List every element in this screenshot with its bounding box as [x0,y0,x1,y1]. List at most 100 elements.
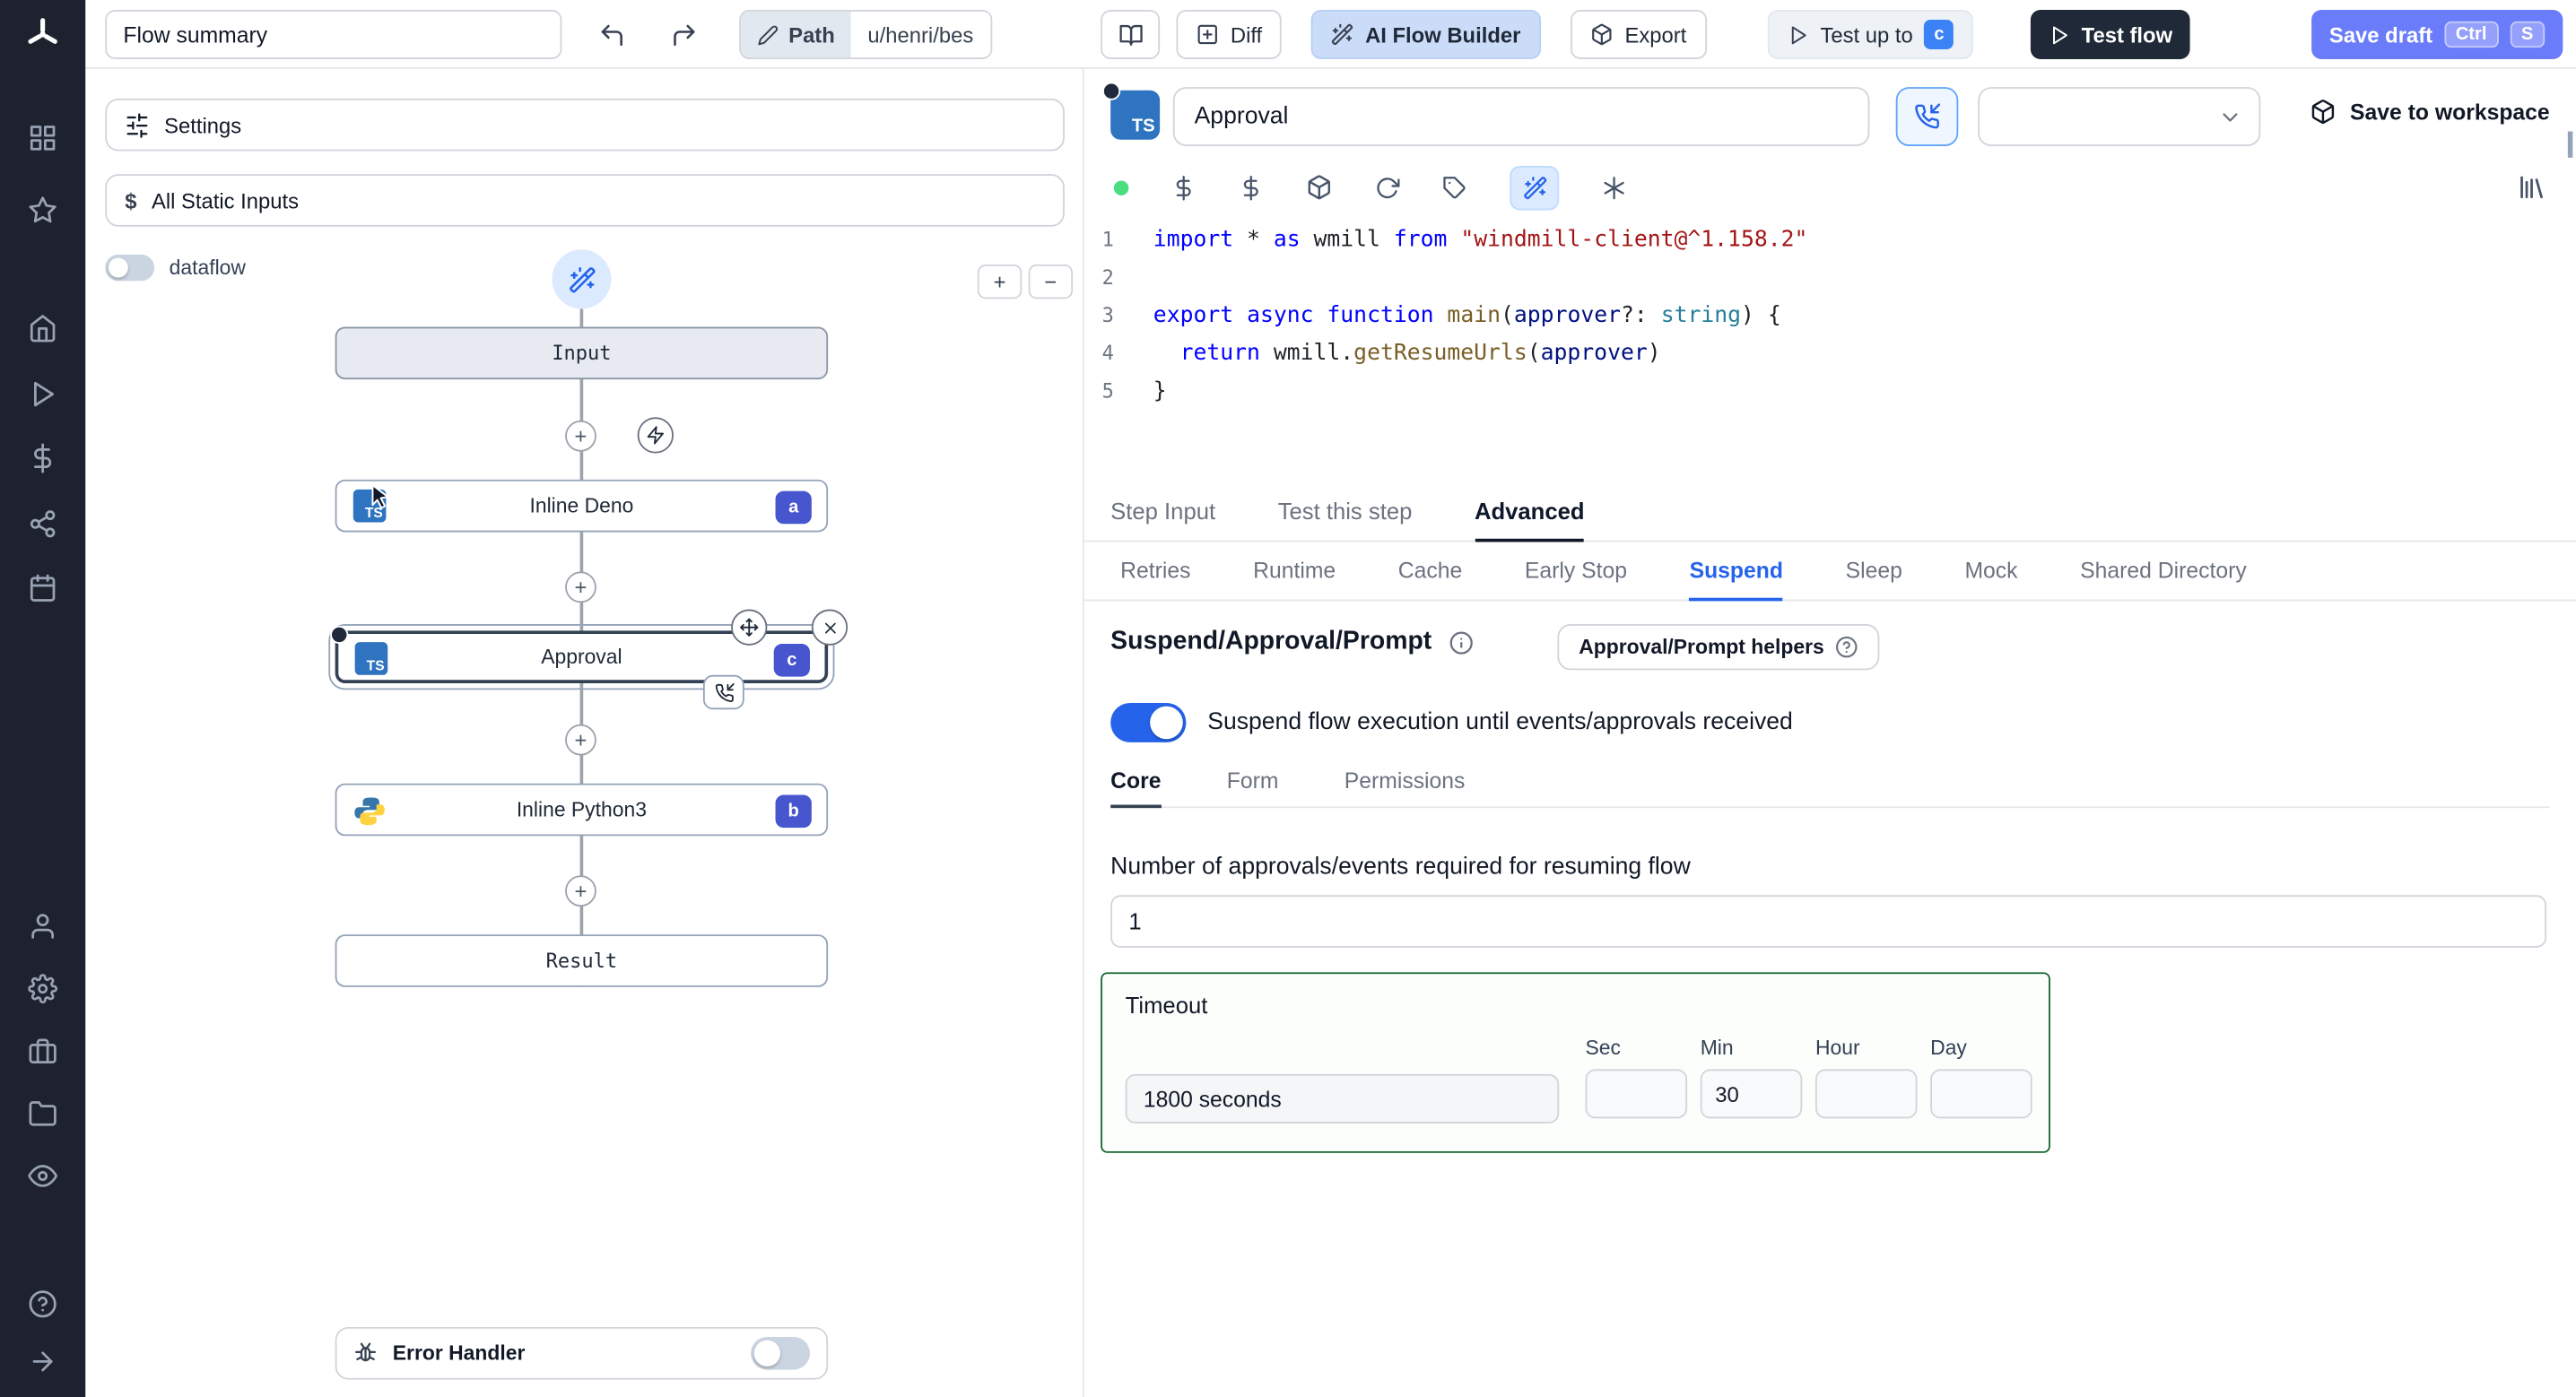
library-icon[interactable] [2517,172,2546,202]
timeout-hour-input[interactable] [1815,1069,1918,1119]
tab-test-this-step[interactable]: Test this step [1278,498,1413,542]
code-line[interactable]: 2 [1084,258,2563,296]
resources-tool-icon[interactable] [1239,175,1263,199]
code-editor[interactable]: 1 import * as wmill from "windmill-client… [1084,220,2563,409]
export-button[interactable]: Export [1571,9,1707,59]
workers-icon[interactable] [28,1037,57,1066]
add-step-button[interactable]: + [565,571,596,603]
variables-icon[interactable] [28,444,57,473]
error-handler-toggle[interactable] [751,1336,810,1370]
error-handler-row[interactable]: Error Handler [335,1326,829,1380]
package-icon[interactable] [1306,174,1332,200]
code-line[interactable]: 3 export async function main(approver?: s… [1084,296,2563,334]
timeout-sec-input[interactable] [1585,1069,1688,1119]
step-tabs: Step Input Test this step Advanced [1083,486,2576,542]
tab-early-stop[interactable]: Early Stop [1525,559,1627,602]
suspend-approval-badge[interactable] [702,674,744,710]
variables-tool-icon[interactable] [1171,175,1196,199]
zoom-in-button[interactable]: + [977,264,1023,299]
dataflow-toggle[interactable] [105,254,155,282]
save-to-workspace-button[interactable]: Save to workspace [2311,99,2550,125]
timeout-day-input[interactable] [1930,1069,2032,1119]
home-icon[interactable] [28,314,57,343]
subtab-core[interactable]: Core [1110,768,1162,809]
result-node[interactable]: Result [335,934,829,987]
save-draft-label: Save draft [2328,22,2433,48]
tab-shared-directory[interactable]: Shared Directory [2080,559,2247,602]
step-node-a[interactable]: TS Inline Deno a [335,479,829,533]
input-node[interactable]: Input [335,326,829,380]
delete-step-button[interactable] [811,609,849,646]
save-draft-button[interactable]: Save draft Ctrl S [2311,9,2563,59]
expand-sidebar-icon[interactable] [28,1347,57,1376]
tab-suspend[interactable]: Suspend [1689,559,1784,602]
move-step-button[interactable] [731,609,768,646]
ai-flow-builder-button[interactable]: AI Flow Builder [1310,9,1541,59]
tag-icon[interactable] [1442,175,1466,199]
windmill-logo-icon [23,14,63,54]
all-static-inputs-button[interactable]: $ All Static Inputs [105,174,1065,227]
timeout-unit-col: Day [1930,1037,2032,1119]
test-up-to-button[interactable]: Test up to c [1767,9,1974,59]
tab-mock[interactable]: Mock [1964,559,2017,602]
ai-assistant-icon[interactable] [1510,165,1560,210]
timeout-min-input[interactable] [1700,1069,1803,1119]
subtab-permissions[interactable]: Permissions [1345,768,1466,808]
asterisk-icon[interactable] [1602,175,1626,199]
flow-summary-input[interactable] [105,9,562,59]
script-select-dropdown[interactable] [1978,87,2261,147]
apps-icon[interactable] [28,123,57,152]
diff-button[interactable]: Diff [1176,9,1283,59]
tab-advanced[interactable]: Advanced [1474,498,1585,542]
step-name-input[interactable] [1172,87,1870,147]
zoom-out-button[interactable]: − [1028,264,1074,299]
help-icon[interactable] [28,1289,57,1319]
step-node-b[interactable]: Inline Python3 b [335,783,829,837]
code-line[interactable]: 1 import * as wmill from "windmill-client… [1084,220,2563,257]
tab-sleep[interactable]: Sleep [1846,559,1902,602]
path-control[interactable]: Path u/henri/bes [739,9,992,59]
add-step-button[interactable]: + [565,724,596,756]
code-line[interactable]: 5} [1084,371,2563,409]
tab-retries[interactable]: Retries [1120,559,1190,602]
export-label: Export [1624,22,1687,48]
settings-gear-icon[interactable] [28,974,57,1003]
path-edit-button[interactable]: Path [741,11,852,58]
redo-button[interactable] [660,10,706,59]
folders-icon[interactable] [28,1098,57,1128]
trigger-bolt-button[interactable] [637,417,674,454]
timeout-total-input[interactable] [1125,1073,1560,1124]
test-flow-button[interactable]: Test flow [2030,9,2191,59]
audit-logs-icon[interactable] [28,1161,57,1191]
add-step-button[interactable]: + [565,420,596,452]
tab-cache[interactable]: Cache [1398,559,1462,602]
code-text: } [1153,377,1167,403]
info-icon[interactable] [1449,629,1473,654]
resources-icon[interactable] [28,509,57,539]
kbd-s: S [2510,21,2546,48]
runs-icon[interactable] [28,379,57,409]
dataflow-label: dataflow [169,256,246,280]
flow-settings-button[interactable]: Settings [105,98,1065,152]
code-line[interactable]: 4 return wmill.getResumeUrls(approver) [1084,334,2563,371]
suspend-enabled-toggle[interactable] [1110,702,1187,742]
ai-builder-graph-button[interactable] [552,249,612,309]
subtab-form[interactable]: Form [1227,768,1279,808]
suspend-subtabs: Core Form Permissions [1110,759,2550,809]
tab-step-input[interactable]: Step Input [1110,498,1215,542]
add-step-button[interactable]: + [565,875,596,907]
tab-runtime[interactable]: Runtime [1253,559,1336,602]
favorites-star-icon[interactable] [28,195,57,225]
reload-icon[interactable] [1375,175,1399,199]
step-editor-panel: TS Save to workspace [1083,68,2576,1397]
approvals-count-input[interactable] [1110,895,2547,948]
undo-button[interactable] [588,10,634,59]
docs-button[interactable] [1101,9,1161,59]
approval-prompt-helpers-button[interactable]: Approval/Prompt helpers [1557,624,1881,671]
timeout-unit-label: Min [1700,1036,1734,1060]
schedules-icon[interactable] [28,573,57,603]
step-indicator-badge [1102,82,1121,100]
users-icon[interactable] [28,912,57,941]
timeout-section: Timeout Sec Min Hour Day [1101,972,2050,1153]
suspend-toggle-button[interactable] [1895,87,1959,147]
